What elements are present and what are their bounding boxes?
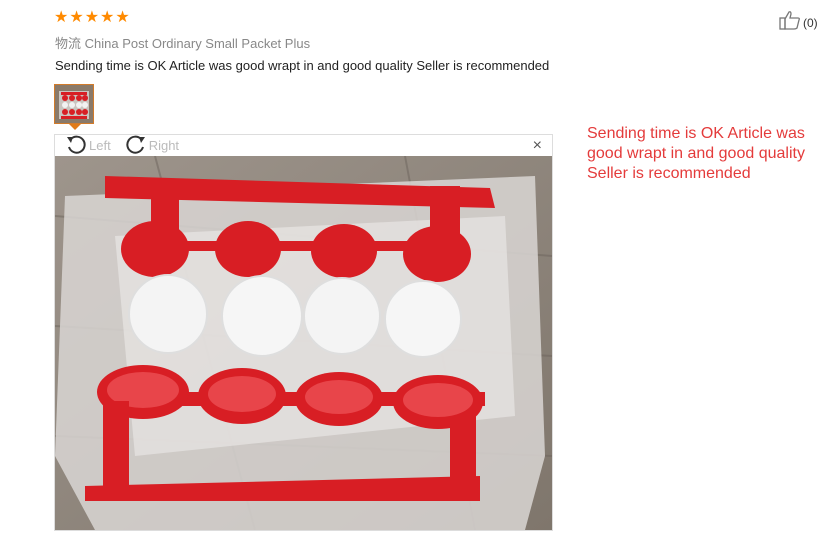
logistics-label: 物流 bbox=[55, 36, 82, 51]
like-button[interactable]: (0) bbox=[779, 10, 818, 35]
rotate-left-button[interactable]: Left bbox=[65, 134, 111, 157]
translated-review-text: Sending time is OK Article was good wrap… bbox=[587, 125, 805, 182]
rotate-right-label: Right bbox=[148, 138, 180, 153]
star-icon: ★ bbox=[115, 9, 130, 26]
image-viewer: Left Right × bbox=[54, 134, 553, 531]
like-count: (0) bbox=[803, 15, 818, 30]
close-icon[interactable]: × bbox=[533, 137, 542, 155]
logistics-value: China Post Ordinary Small Packet Plus bbox=[84, 36, 311, 51]
star-icon: ★ bbox=[100, 9, 115, 26]
thumbnail-pointer bbox=[69, 124, 81, 130]
star-icon: ★ bbox=[54, 9, 69, 26]
logistics-info: 物流 China Post Ordinary Small Packet Plus bbox=[55, 33, 310, 52]
rotate-left-label: Left bbox=[89, 138, 111, 153]
review-image-thumbnail[interactable] bbox=[54, 84, 94, 124]
rotate-right-button[interactable]: Right bbox=[125, 134, 179, 157]
thumbs-up-icon bbox=[779, 10, 801, 35]
star-icon: ★ bbox=[69, 9, 84, 26]
rotate-right-icon bbox=[125, 134, 147, 157]
rotate-left-icon bbox=[65, 134, 87, 157]
review-photo bbox=[55, 156, 552, 530]
review-text: Sending time is OK Article was good wrap… bbox=[55, 58, 550, 73]
rating-stars: ★ ★ ★ ★ ★ bbox=[54, 10, 130, 26]
viewer-toolbar: Left Right × bbox=[55, 135, 552, 156]
star-icon: ★ bbox=[84, 9, 100, 26]
